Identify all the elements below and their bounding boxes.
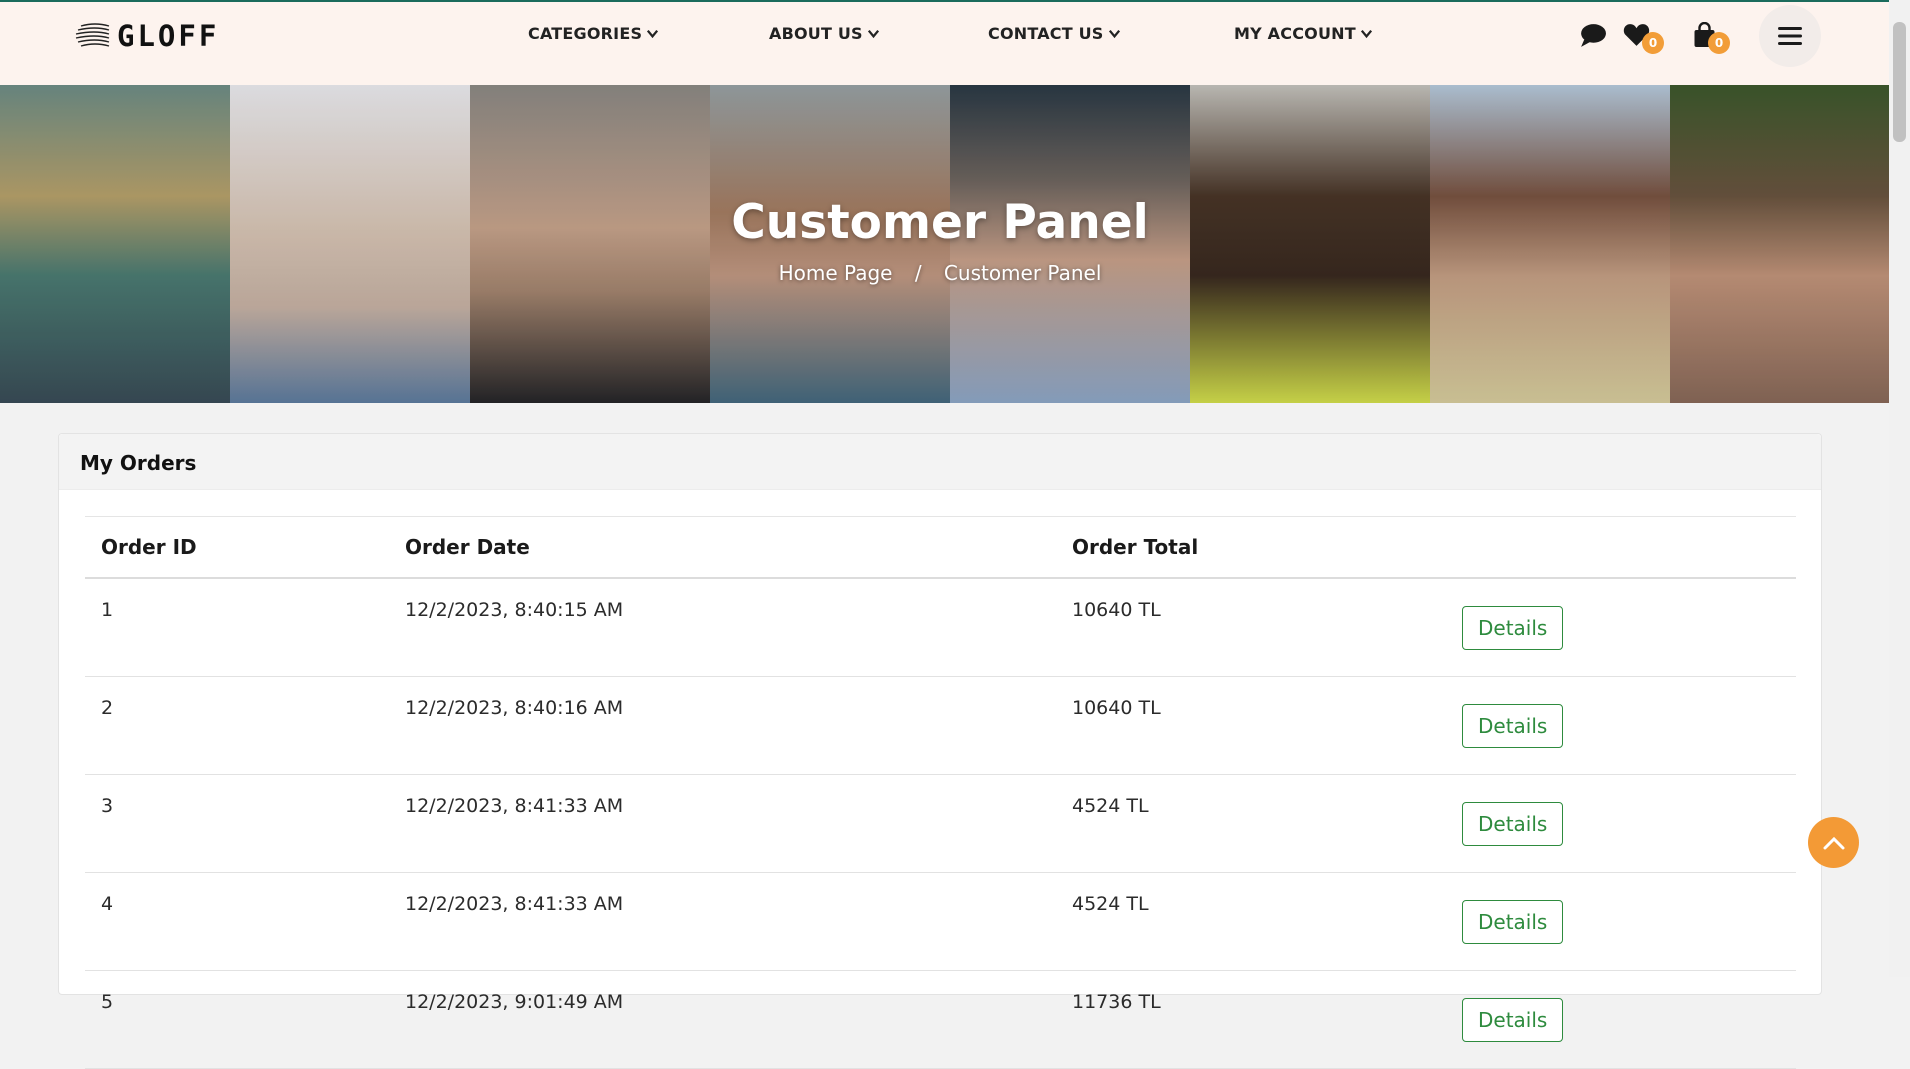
nav-label: CONTACT US <box>988 24 1104 43</box>
table-header-row: Order ID Order Date Order Total <box>85 516 1796 579</box>
order-date: 12/2/2023, 8:41:33 AM <box>389 774 1056 873</box>
breadcrumb: Home Page / Customer Panel <box>0 261 1880 285</box>
nav-contact-us[interactable]: CONTACT US <box>988 24 1122 43</box>
details-button[interactable]: Details <box>1462 997 1564 1042</box>
order-total: 10640 TL <box>1056 578 1446 677</box>
order-total: 4524 TL <box>1056 774 1446 873</box>
column-header-order-date: Order Date <box>389 516 1056 579</box>
order-date: 12/2/2023, 8:40:15 AM <box>389 578 1056 677</box>
details-button[interactable]: Details <box>1462 899 1564 944</box>
breadcrumb-home-link[interactable]: Home Page <box>779 261 893 285</box>
chevron-down-icon <box>1360 29 1372 39</box>
menu-icon <box>1778 27 1802 45</box>
details-button[interactable]: Details <box>1462 703 1564 748</box>
order-id: 5 <box>85 970 389 1069</box>
nav-about-us[interactable]: ABOUT US <box>769 24 881 43</box>
orders-card: My Orders Order ID Order Date Order Tota… <box>58 433 1822 1069</box>
table-row: 5 12/2/2023, 9:01:49 AM 11736 TL Details <box>85 970 1796 1069</box>
nav-label: ABOUT US <box>769 24 863 43</box>
order-date: 12/2/2023, 8:40:16 AM <box>389 676 1056 775</box>
column-header-order-total: Order Total <box>1056 516 1446 579</box>
chevron-down-icon <box>1108 29 1120 39</box>
nav-my-account[interactable]: MY ACCOUNT <box>1234 24 1374 43</box>
order-total: 4524 TL <box>1056 872 1446 971</box>
menu-button[interactable] <box>1759 5 1821 67</box>
table-row: 2 12/2/2023, 8:40:16 AM 10640 TL Details <box>85 676 1796 775</box>
logo-text: GLOFF <box>117 19 220 53</box>
scrollbar-thumb[interactable] <box>1893 22 1906 142</box>
chevron-down-icon <box>647 29 659 39</box>
nav-categories[interactable]: CATEGORIES <box>528 24 660 43</box>
order-date: 12/2/2023, 8:41:33 AM <box>389 872 1056 971</box>
order-total: 11736 TL <box>1056 970 1446 1069</box>
nav-label: CATEGORIES <box>528 24 643 43</box>
orders-card-header: My Orders <box>59 434 1821 490</box>
details-button[interactable]: Details <box>1462 801 1564 846</box>
table-row: 3 12/2/2023, 8:41:33 AM 4524 TL Details <box>85 774 1796 873</box>
order-id: 2 <box>85 676 389 775</box>
logo[interactable]: GLOFF <box>75 19 219 53</box>
order-id: 4 <box>85 872 389 971</box>
column-header-actions <box>1446 516 1796 579</box>
orders-card-title: My Orders <box>80 451 197 475</box>
details-button[interactable]: Details <box>1462 605 1564 650</box>
page-scrollbar[interactable] <box>1889 0 1910 977</box>
logo-mark-icon <box>75 23 110 47</box>
wishlist-button[interactable]: 0 <box>1623 22 1673 56</box>
cart-count-badge: 0 <box>1708 32 1730 54</box>
order-id: 1 <box>85 578 389 677</box>
scroll-to-top-button[interactable] <box>1808 817 1859 868</box>
cart-button[interactable]: 0 <box>1693 22 1743 56</box>
column-header-order-id: Order ID <box>85 516 389 579</box>
order-total: 10640 TL <box>1056 676 1446 775</box>
chevron-up-icon <box>1823 836 1844 849</box>
table-row: 4 12/2/2023, 8:41:33 AM 4524 TL Details <box>85 872 1796 971</box>
order-date: 12/2/2023, 9:01:49 AM <box>389 970 1056 1069</box>
page-title: Customer Panel <box>731 195 1149 250</box>
nav-label: MY ACCOUNT <box>1234 24 1356 43</box>
site-header: GLOFF CATEGORIES ABOUT US CONTACT US MY … <box>0 2 1889 85</box>
hero-banner: Customer Panel Home Page / Customer Pane… <box>0 85 1889 403</box>
orders-table: Order ID Order Date Order Total 1 12/2/2… <box>85 516 1796 1069</box>
wishlist-count-badge: 0 <box>1642 32 1664 54</box>
table-row: 1 12/2/2023, 8:40:15 AM 10640 TL Details <box>85 578 1796 677</box>
chat-icon[interactable] <box>1578 22 1607 49</box>
order-id: 3 <box>85 774 389 873</box>
chevron-down-icon <box>867 29 879 39</box>
breadcrumb-current: Customer Panel <box>943 261 1102 285</box>
breadcrumb-separator: / <box>914 261 922 285</box>
